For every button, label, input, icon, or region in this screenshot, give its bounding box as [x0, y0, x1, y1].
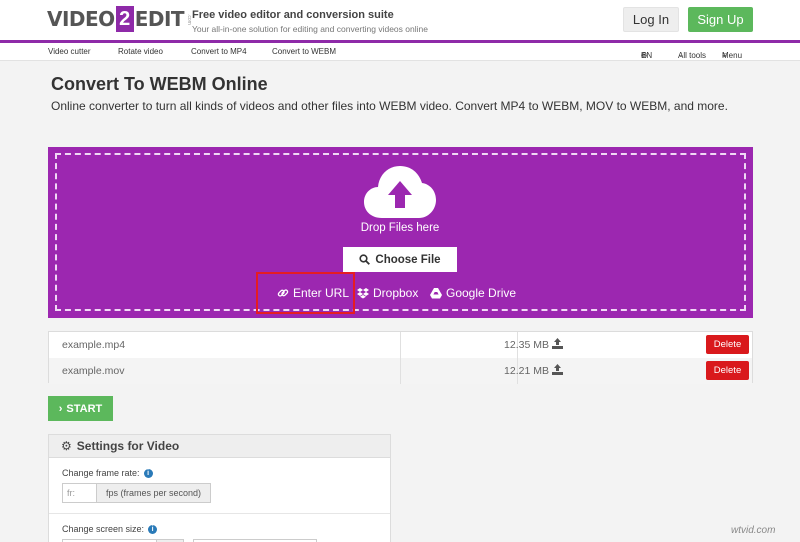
- info-icon[interactable]: i: [148, 524, 158, 534]
- choose-file-label: Choose File: [375, 253, 441, 266]
- page-description: Online converter to turn all kinds of vi…: [51, 99, 728, 113]
- dropbox-link[interactable]: Dropbox: [357, 286, 418, 300]
- highlight-box: [256, 272, 355, 314]
- column-divider: [400, 332, 401, 358]
- file-row: example.mp4 12.35 MB Delete: [49, 332, 752, 358]
- file-size: 12.35 MB: [504, 339, 549, 351]
- logo-text-edit: EDIT: [134, 7, 185, 31]
- site-logo[interactable]: VIDEO 2 EDIT .com: [47, 6, 192, 32]
- file-row: example.mov 12.21 MB Delete: [49, 358, 752, 384]
- upload-icon: [552, 364, 563, 375]
- nav-item-video-cutter[interactable]: Video cutter: [48, 47, 91, 56]
- tagline-title: Free video editor and conversion suite: [192, 9, 394, 21]
- video-settings-panel: ⚙ Settings for Video Change frame rate: …: [48, 434, 391, 542]
- page-title: Convert To WEBM Online: [51, 74, 268, 94]
- choose-file-button[interactable]: Choose File: [343, 247, 457, 272]
- file-size: 12.21 MB: [504, 365, 549, 377]
- file-name: example.mp4: [62, 339, 126, 351]
- frame-rate-input[interactable]: fr:: [62, 483, 97, 503]
- file-list: example.mp4 12.35 MB Delete example.mov …: [48, 331, 753, 384]
- globe-icon: 🌐︎: [641, 51, 648, 60]
- nav-item-rotate-video[interactable]: Rotate video: [118, 47, 163, 56]
- google-drive-label: Google Drive: [446, 286, 517, 300]
- screen-size-label: Change screen size: i: [62, 524, 158, 534]
- watermark: wtvid.com: [731, 525, 776, 536]
- tagline: Free video editor and conversion suite Y…: [192, 9, 428, 34]
- file-name: example.mov: [62, 365, 125, 377]
- tagline-subtitle: Your all-in-one solution for editing and…: [192, 24, 428, 34]
- signup-button[interactable]: Sign Up: [688, 7, 753, 32]
- chevron-down-icon: ⌄: [678, 52, 684, 59]
- nav-item-convert-mp4[interactable]: Convert to MP4: [191, 47, 247, 56]
- info-icon[interactable]: i: [143, 468, 153, 478]
- dropbox-icon: [357, 288, 369, 299]
- logo-box-2: 2: [115, 6, 134, 32]
- gears-icon: ⚙: [61, 439, 72, 453]
- top-nav: Video cutter Rotate video Convert to MP4…: [0, 43, 800, 61]
- upload-icon: [552, 338, 563, 349]
- site-header: VIDEO 2 EDIT .com Free video editor and …: [0, 0, 800, 40]
- settings-divider: [49, 513, 390, 514]
- screen-size-label-text: Change screen size:: [62, 524, 145, 534]
- delete-button[interactable]: Delete: [706, 361, 749, 380]
- logo-text-video: VIDEO: [47, 7, 115, 31]
- frame-rate-unit: fps (frames per second): [96, 483, 211, 503]
- settings-header: ⚙ Settings for Video: [49, 435, 390, 458]
- google-drive-link[interactable]: Google Drive: [430, 286, 516, 300]
- login-button[interactable]: Log In: [623, 7, 679, 32]
- search-icon: [359, 254, 371, 265]
- drop-files-text: Drop Files here: [360, 222, 440, 234]
- dropbox-label: Dropbox: [373, 286, 419, 300]
- delete-button[interactable]: Delete: [706, 335, 749, 354]
- start-label: START: [66, 402, 103, 415]
- cloud-upload-icon: [364, 166, 436, 218]
- start-button[interactable]: › START: [48, 396, 113, 421]
- chevron-right-icon: ›: [58, 402, 63, 415]
- frame-rate-label: Change frame rate: i: [62, 468, 153, 478]
- column-divider: [400, 358, 401, 384]
- google-drive-icon: [430, 287, 442, 298]
- frame-rate-label-text: Change frame rate:: [62, 468, 140, 478]
- nav-item-convert-webm[interactable]: Convert to WEBM: [272, 47, 336, 56]
- settings-title: Settings for Video: [76, 439, 180, 453]
- hamburger-icon: ≡: [722, 51, 727, 60]
